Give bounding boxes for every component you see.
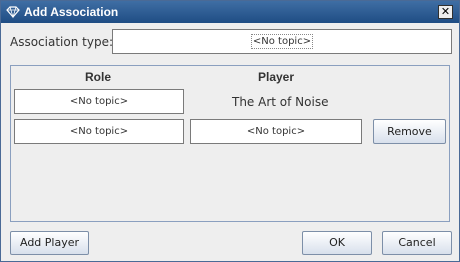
add-player-button[interactable]: Add Player — [10, 231, 89, 255]
close-icon[interactable]: ✕ — [438, 5, 453, 19]
association-type-field[interactable]: <No topic> — [112, 29, 452, 54]
cancel-button[interactable]: Cancel — [382, 231, 452, 255]
association-type-value: <No topic> — [250, 34, 314, 49]
player-field-2[interactable]: <No topic> — [190, 119, 362, 144]
player-header: Player — [258, 70, 295, 84]
role-field-1[interactable]: <No topic> — [14, 89, 184, 114]
role-header: Role — [85, 70, 112, 84]
dialog-title: Add Association — [24, 5, 119, 19]
player-name: The Art of Noise — [232, 95, 329, 109]
role-field-2[interactable]: <No topic> — [14, 119, 184, 144]
role-field-2-value: <No topic> — [69, 126, 129, 137]
remove-button[interactable]: Remove — [373, 119, 446, 144]
role-field-1-value: <No topic> — [69, 96, 129, 107]
title-bar[interactable]: Add Association ✕ — [1, 1, 459, 23]
association-type-label: Association type: — [10, 35, 113, 49]
add-association-dialog: Add Association ✕ Association type: <No … — [0, 0, 460, 262]
app-diamond-icon — [6, 6, 20, 19]
ok-button[interactable]: OK — [302, 231, 372, 255]
player-field-2-value: <No topic> — [246, 126, 306, 137]
